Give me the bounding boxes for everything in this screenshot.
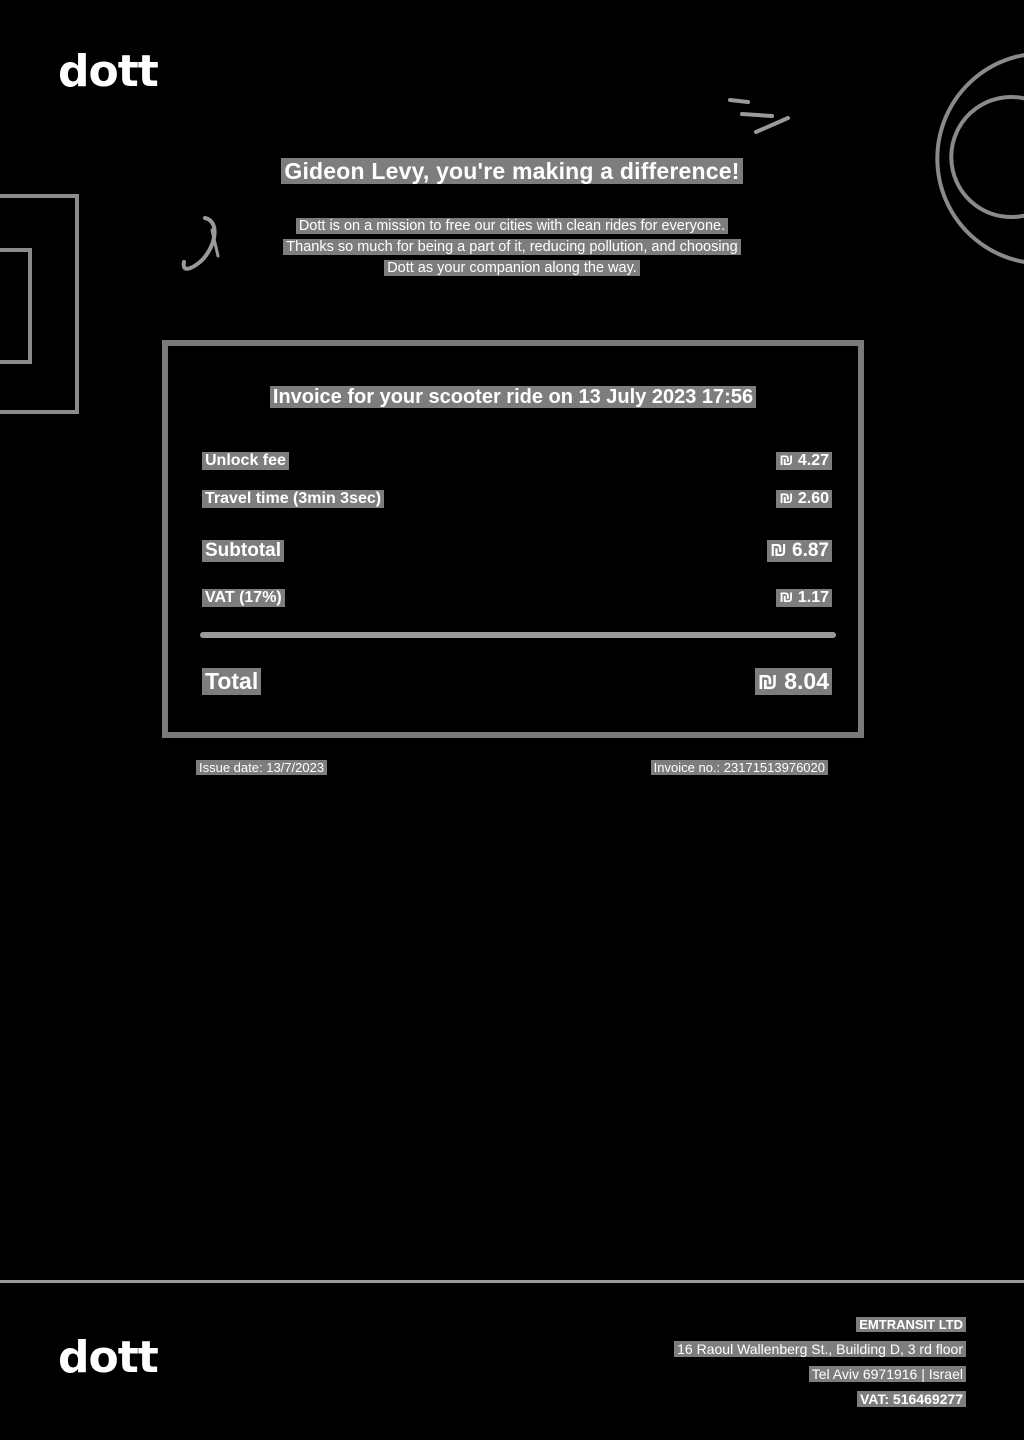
vat-label: VAT (17%) <box>202 589 285 607</box>
invoice-card: Invoice for your scooter ride on 13 July… <box>162 340 864 738</box>
intro-text: Dott is on a mission to free our cities … <box>240 216 784 279</box>
company-info: EMTRANSIT LTD 16 Raoul Wallenberg St., B… <box>674 1312 966 1412</box>
line-item-label: Travel time (3min 3sec) <box>202 490 385 508</box>
headline: Gideon Levy, you're making a difference! <box>0 158 1024 185</box>
total-amount: ₪ 8.04 <box>754 668 832 695</box>
total-label: Total <box>202 668 262 695</box>
line-item-amount: ₪ 4.27 <box>776 452 832 470</box>
decor-square-inner <box>0 248 32 364</box>
company-city: Tel Aviv 6971916 | Israel <box>808 1366 966 1382</box>
decor-circle-inner <box>949 95 1024 219</box>
intro-line: Thanks so much for being a part of it, r… <box>283 239 741 255</box>
subtotal-row: Subtotal ₪ 6.87 <box>202 540 832 562</box>
subtotal-label: Subtotal <box>202 540 284 562</box>
intro-line: Dott as your companion along the way. <box>384 260 640 276</box>
invoice-number: Invoice no.: 23171513976020 <box>650 760 828 775</box>
subtotal-amount: ₪ 6.87 <box>766 540 832 562</box>
decor-dashes <box>728 98 790 134</box>
company-address: 16 Raoul Wallenberg St., Building D, 3 r… <box>674 1341 966 1357</box>
intro-line: Dott is on a mission to free our cities … <box>295 218 729 234</box>
line-item-unlock-fee: Unlock fee ₪ 4.27 <box>202 452 832 470</box>
footer-divider <box>0 1280 1024 1283</box>
company-vat: VAT: 516469277 <box>857 1391 966 1407</box>
line-item-amount: ₪ 2.60 <box>776 490 832 508</box>
line-item-travel-time: Travel time (3min 3sec) ₪ 2.60 <box>202 490 832 508</box>
total-divider <box>200 632 836 638</box>
line-item-label: Unlock fee <box>202 452 289 470</box>
decor-square-outer <box>0 194 79 414</box>
issue-date: Issue date: 13/7/2023 <box>196 760 328 775</box>
company-name: EMTRANSIT LTD <box>856 1317 966 1332</box>
total-row: Total ₪ 8.04 <box>202 668 832 695</box>
vat-amount: ₪ 1.17 <box>776 589 832 607</box>
invoice-title: Invoice for your scooter ride on 13 July… <box>168 386 858 409</box>
dott-logo-footer: dott <box>58 1332 159 1383</box>
decor-hook <box>181 216 217 271</box>
vat-row: VAT (17%) ₪ 1.17 <box>202 589 832 607</box>
